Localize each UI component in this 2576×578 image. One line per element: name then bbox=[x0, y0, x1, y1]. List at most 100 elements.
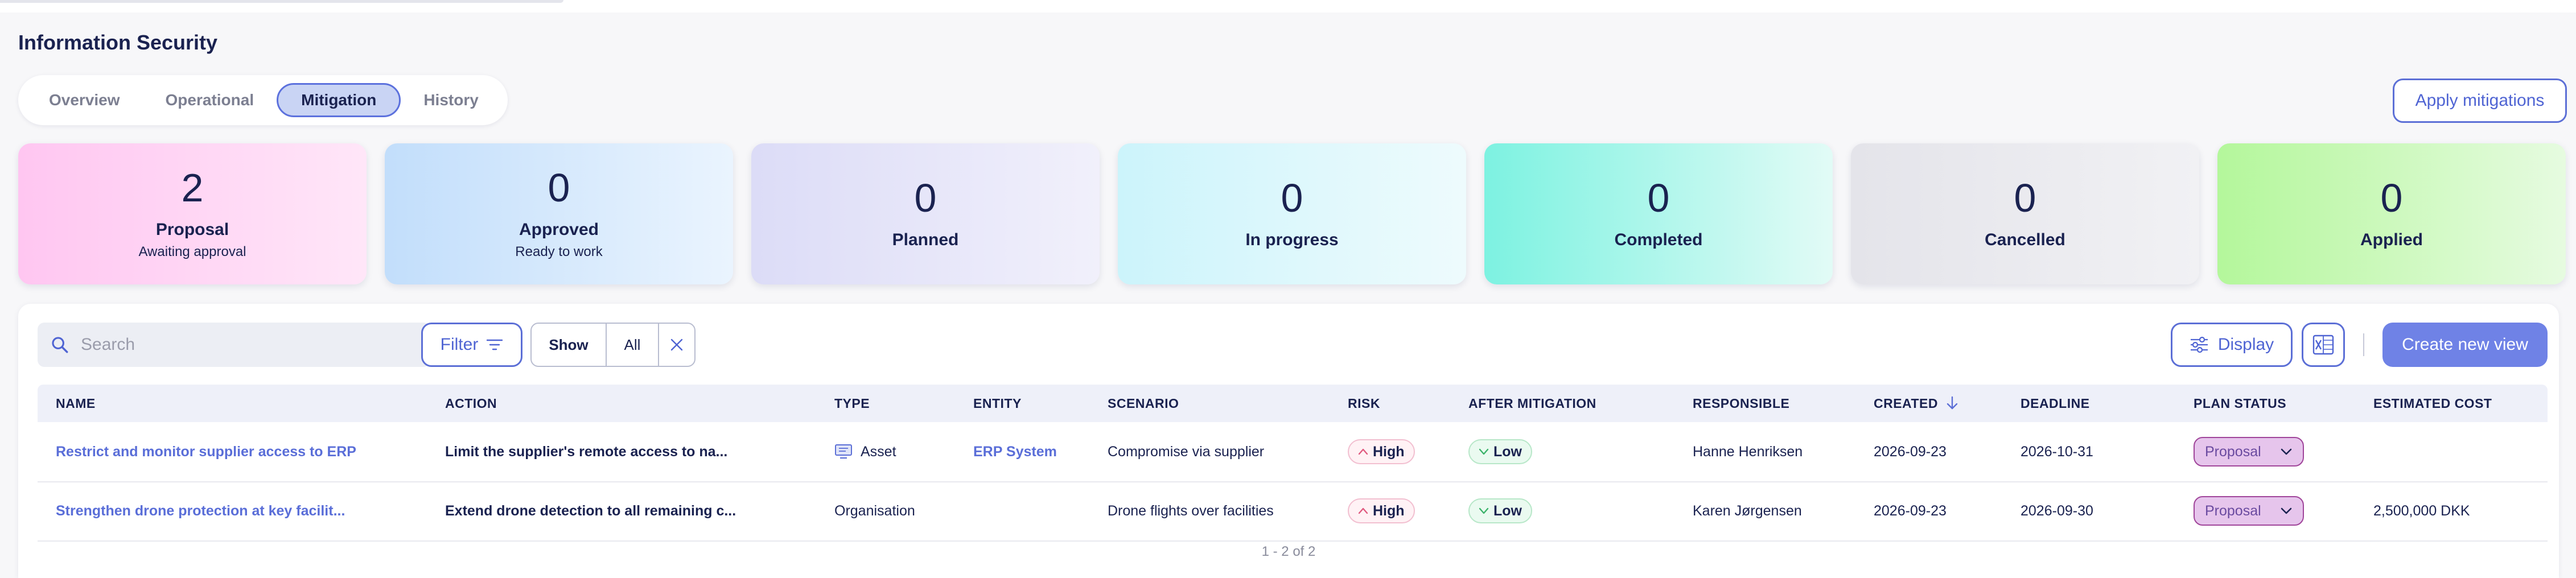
table-row[interactable]: Strengthen drone protection at key facil… bbox=[38, 481, 2548, 542]
table-header: NAME ACTION TYPE ENTITY SCENARIO RISK AF… bbox=[38, 385, 2548, 422]
after-mitigation-label: Low bbox=[1493, 502, 1522, 519]
column-header-type[interactable]: TYPE bbox=[834, 385, 870, 422]
sliders-icon bbox=[2190, 336, 2209, 353]
card-count: 0 bbox=[1281, 176, 1303, 220]
pagination-summary: 1 - 2 of 2 bbox=[1261, 544, 1316, 559]
column-header-action[interactable]: ACTION bbox=[445, 385, 497, 422]
card-subtitle: Ready to work bbox=[515, 244, 603, 259]
card-label: Proposal bbox=[155, 220, 229, 239]
top-strip bbox=[0, 0, 2576, 13]
column-header-entity[interactable]: ENTITY bbox=[973, 385, 1022, 422]
card-label: Approved bbox=[519, 220, 599, 239]
card-count: 0 bbox=[2014, 176, 2036, 220]
column-header-scenario[interactable]: SCENARIO bbox=[1108, 385, 1179, 422]
row-deadline: 2026-09-30 bbox=[2021, 502, 2093, 519]
card-planned[interactable]: 0 Planned bbox=[751, 143, 1100, 284]
create-new-view-button[interactable]: Create new view bbox=[2382, 323, 2548, 367]
card-proposal[interactable]: 2 Proposal Awaiting approval bbox=[18, 143, 367, 284]
row-risk: High bbox=[1348, 422, 1415, 481]
row-responsible: Karen Jørgensen bbox=[1693, 502, 1802, 519]
row-scenario: Drone flights over facilities bbox=[1108, 502, 1274, 519]
card-approved[interactable]: 0 Approved Ready to work bbox=[385, 143, 733, 284]
card-applied[interactable]: 0 Applied bbox=[2217, 143, 2566, 284]
card-label: In progress bbox=[1245, 230, 1339, 249]
chevron-down-icon bbox=[1479, 448, 1489, 456]
card-completed[interactable]: 0 Completed bbox=[1484, 143, 1833, 284]
column-header-plan-status[interactable]: PLAN STATUS bbox=[2194, 385, 2286, 422]
display-label: Display bbox=[2217, 335, 2274, 354]
row-name-link[interactable]: Strengthen drone protection at key facil… bbox=[56, 481, 345, 540]
row-type: Organisation bbox=[834, 502, 915, 519]
export-excel-button[interactable] bbox=[2302, 323, 2345, 367]
column-header-name[interactable]: NAME bbox=[56, 385, 96, 422]
card-count: 0 bbox=[548, 166, 570, 210]
filter-label: Filter bbox=[440, 335, 479, 354]
column-header-after-mitigation[interactable]: AFTER MITIGATION bbox=[1468, 385, 1596, 422]
filter-button[interactable]: Filter bbox=[421, 323, 522, 367]
search-icon bbox=[50, 335, 69, 354]
search-input[interactable] bbox=[80, 335, 401, 355]
card-label: Applied bbox=[2360, 230, 2423, 249]
row-action: Limit the supplier's remote access to na… bbox=[445, 443, 728, 460]
chevron-down-icon bbox=[1479, 507, 1489, 515]
column-header-estimated-cost[interactable]: ESTIMATED COST bbox=[2373, 385, 2492, 422]
row-estimated-cost: 2,500,000 DKK bbox=[2373, 502, 2470, 519]
row-name-link[interactable]: Restrict and monitor supplier access to … bbox=[56, 422, 356, 481]
row-entity-link[interactable]: ERP System bbox=[973, 422, 1057, 481]
column-header-created[interactable]: CREATED bbox=[1874, 385, 1958, 422]
card-count: 0 bbox=[2380, 176, 2403, 220]
show-filter-group: Show All bbox=[530, 323, 696, 367]
after-mitigation-label: Low bbox=[1493, 443, 1522, 460]
row-type-label: Asset bbox=[861, 443, 896, 460]
tab-overview[interactable]: Overview bbox=[26, 83, 143, 117]
card-subtitle: Awaiting approval bbox=[138, 244, 246, 259]
column-header-deadline[interactable]: DEADLINE bbox=[2021, 385, 2090, 422]
display-button[interactable]: Display bbox=[2171, 323, 2293, 367]
column-header-risk[interactable]: RISK bbox=[1348, 385, 1380, 422]
card-label: Completed bbox=[1614, 230, 1703, 249]
toolbar-divider bbox=[2363, 333, 2364, 356]
plan-status-label: Proposal bbox=[2205, 443, 2261, 460]
show-all-option[interactable]: All bbox=[607, 324, 659, 366]
chevron-down-icon bbox=[2280, 448, 2293, 456]
plan-status-select[interactable]: Proposal bbox=[2194, 496, 2304, 526]
table-row[interactable]: Restrict and monitor supplier access to … bbox=[38, 422, 2548, 482]
card-count: 0 bbox=[914, 176, 937, 220]
card-cancelled[interactable]: 0 Cancelled bbox=[1851, 143, 2199, 284]
row-action: Extend drone detection to all remaining … bbox=[445, 502, 736, 519]
show-label: Show bbox=[532, 324, 607, 366]
after-mitigation-badge: Low bbox=[1468, 439, 1532, 464]
row-deadline: 2026-10-31 bbox=[2021, 443, 2093, 460]
status-cards: 2 Proposal Awaiting approval 0 Approved … bbox=[18, 143, 2574, 286]
plan-status-label: Proposal bbox=[2205, 502, 2261, 519]
row-created: 2026-09-23 bbox=[1874, 502, 1947, 519]
apply-mitigations-button[interactable]: Apply mitigations bbox=[2393, 79, 2567, 123]
mitigation-table-panel: Filter Show All Display Create new view … bbox=[18, 304, 2559, 578]
card-count: 2 bbox=[181, 166, 204, 210]
row-type: Asset bbox=[834, 422, 896, 481]
clear-show-button[interactable] bbox=[659, 324, 694, 366]
row-responsible: Hanne Henriksen bbox=[1693, 443, 1803, 460]
search-box[interactable] bbox=[38, 323, 430, 367]
close-icon bbox=[669, 337, 684, 352]
row-risk: High bbox=[1348, 481, 1415, 540]
risk-badge: High bbox=[1348, 439, 1415, 464]
column-header-responsible[interactable]: RESPONSIBLE bbox=[1693, 385, 1789, 422]
card-in-progress[interactable]: 0 In progress bbox=[1118, 143, 1466, 284]
risk-badge: High bbox=[1348, 498, 1415, 523]
created-header-label: CREATED bbox=[1874, 395, 1938, 411]
plan-status-select[interactable]: Proposal bbox=[2194, 437, 2304, 466]
chevron-up-icon bbox=[1358, 507, 1368, 515]
tab-mitigation[interactable]: Mitigation bbox=[277, 83, 401, 117]
excel-icon bbox=[2312, 333, 2335, 356]
row-created: 2026-09-23 bbox=[1874, 443, 1947, 460]
asset-icon bbox=[834, 443, 853, 460]
tab-history[interactable]: History bbox=[401, 83, 501, 117]
after-mitigation-badge: Low bbox=[1468, 498, 1532, 523]
chevron-up-icon bbox=[1358, 448, 1368, 456]
tab-bar: Overview Operational Mitigation History bbox=[18, 75, 508, 125]
risk-label: High bbox=[1373, 443, 1405, 460]
tab-operational[interactable]: Operational bbox=[143, 83, 277, 117]
risk-label: High bbox=[1373, 502, 1405, 519]
page-title: Information Security bbox=[18, 31, 218, 54]
